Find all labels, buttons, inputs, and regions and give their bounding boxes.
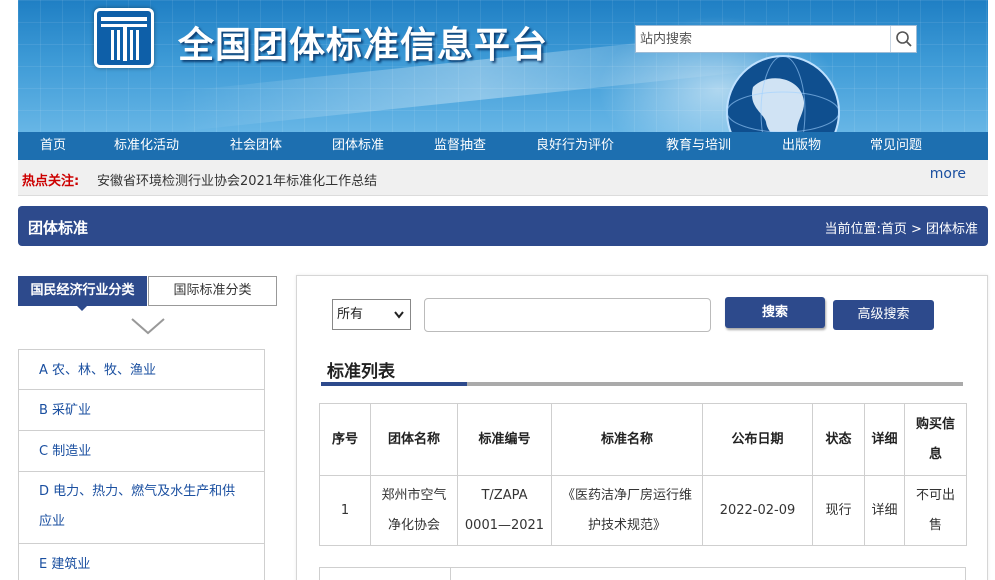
detail-link[interactable]: 详细 <box>864 475 905 546</box>
standards-panel: 所有 搜索 高级搜索 标准列表 序号 团体名称 标准编号 标准名称 公布日期 状… <box>296 275 988 580</box>
search-icon <box>895 31 912 47</box>
site-search <box>635 25 917 53</box>
tab-active-pointer <box>76 305 88 311</box>
more-link[interactable]: more <box>930 166 966 182</box>
header-banner: 全国团体标准信息平台 <box>18 0 988 132</box>
col-header-purchase: 购买信息 <box>904 403 967 476</box>
tab-economic-classification[interactable]: 国民经济行业分类 <box>18 276 147 306</box>
section-header: 团体标准 当前位置:首页 > 团体标准 <box>18 206 988 246</box>
standards-table: 序号 团体名称 标准编号 标准名称 公布日期 状态 详细 购买信息 1 郑州市空… <box>319 403 967 546</box>
cell-status: 现行 <box>812 475 865 546</box>
page: 全国团体标准信息平台 首页 标准化活动 社会团体 团体标准 监督抽查 良好行为评… <box>0 0 995 580</box>
scope-select-value: 所有 <box>337 307 364 322</box>
table-header-row: 序号 团体名称 标准编号 标准名称 公布日期 状态 详细 购买信息 <box>319 403 967 476</box>
tab-international-classification[interactable]: 国际标准分类 <box>148 276 277 306</box>
col-header-date: 公布日期 <box>702 403 813 476</box>
site-title: 全国团体标准信息平台 <box>178 25 549 66</box>
list-title-accent <box>321 382 467 386</box>
site-search-button[interactable] <box>890 26 916 52</box>
nav-item-training[interactable]: 教育与培训 <box>666 132 731 160</box>
nav-item-faq[interactable]: 常见问题 <box>870 132 922 160</box>
category-item-e[interactable]: E 建筑业 <box>18 544 265 580</box>
search-button[interactable]: 搜索 <box>725 297 825 328</box>
nav-item-group-standards[interactable]: 团体标准 <box>332 132 384 160</box>
col-header-detail: 详细 <box>864 403 905 476</box>
nav-item-evaluation[interactable]: 良好行为评价 <box>536 132 614 160</box>
category-item-b[interactable]: B 采矿业 <box>18 390 265 431</box>
keyword-input[interactable] <box>424 298 711 332</box>
col-header-org: 团体名称 <box>370 403 458 476</box>
advanced-search-button[interactable]: 高级搜索 <box>833 300 934 330</box>
cell-org: 郑州市空气净化协会 <box>370 475 458 546</box>
cell-code: T/ZAPA 0001—2021 <box>457 475 552 546</box>
col-header-name: 标准名称 <box>551 403 703 476</box>
category-list: A 农、林、牧、渔业 B 采矿业 C 制造业 D 电力、热力、燃气及水生产和供应… <box>18 349 265 580</box>
main-nav: 首页 标准化活动 社会团体 团体标准 监督抽查 良好行为评价 教育与培训 出版物… <box>18 132 988 160</box>
logo-icon[interactable] <box>94 8 154 68</box>
secondary-table <box>319 567 966 580</box>
table-row: 1 郑州市空气净化协会 T/ZAPA 0001—2021 《医药洁净厂房运行维护… <box>319 475 967 546</box>
nav-item-standardization[interactable]: 标准化活动 <box>114 132 179 160</box>
nav-item-supervision[interactable]: 监督抽查 <box>434 132 486 160</box>
globe-icon <box>726 55 840 132</box>
category-item-a[interactable]: A 农、林、牧、渔业 <box>18 349 265 390</box>
category-item-d[interactable]: D 电力、热力、燃气及水生产和供应业 <box>18 472 265 544</box>
col-header-code: 标准编号 <box>457 403 552 476</box>
list-title: 标准列表 <box>327 362 395 382</box>
nav-item-groups[interactable]: 社会团体 <box>230 132 282 160</box>
hot-topics-bar: 热点关注: 安徽省环境检测行业协会2021年标准化工作总结 more <box>18 160 988 196</box>
breadcrumb: 当前位置:首页 > 团体标准 <box>824 222 978 237</box>
hot-topic-link[interactable]: 安徽省环境检测行业协会2021年标准化工作总结 <box>97 170 377 189</box>
category-item-c[interactable]: C 制造业 <box>18 431 265 472</box>
col-header-status: 状态 <box>812 403 865 476</box>
cell-date: 2022-02-09 <box>702 475 813 546</box>
page-title: 团体标准 <box>28 219 89 237</box>
cell-no: 1 <box>319 475 371 546</box>
nav-item-publications[interactable]: 出版物 <box>782 132 821 160</box>
cell-purchase: 不可出售 <box>904 475 967 546</box>
col-header-no: 序号 <box>319 403 371 476</box>
cell-name: 《医药洁净厂房运行维护技术规范》 <box>551 475 703 546</box>
nav-item-home[interactable]: 首页 <box>40 132 66 160</box>
chevron-down-icon[interactable] <box>130 316 166 336</box>
site-search-input[interactable] <box>636 26 890 52</box>
hot-topics-label: 热点关注: <box>22 174 80 189</box>
chevron-down-icon <box>394 311 404 319</box>
scope-select[interactable]: 所有 <box>332 299 411 330</box>
